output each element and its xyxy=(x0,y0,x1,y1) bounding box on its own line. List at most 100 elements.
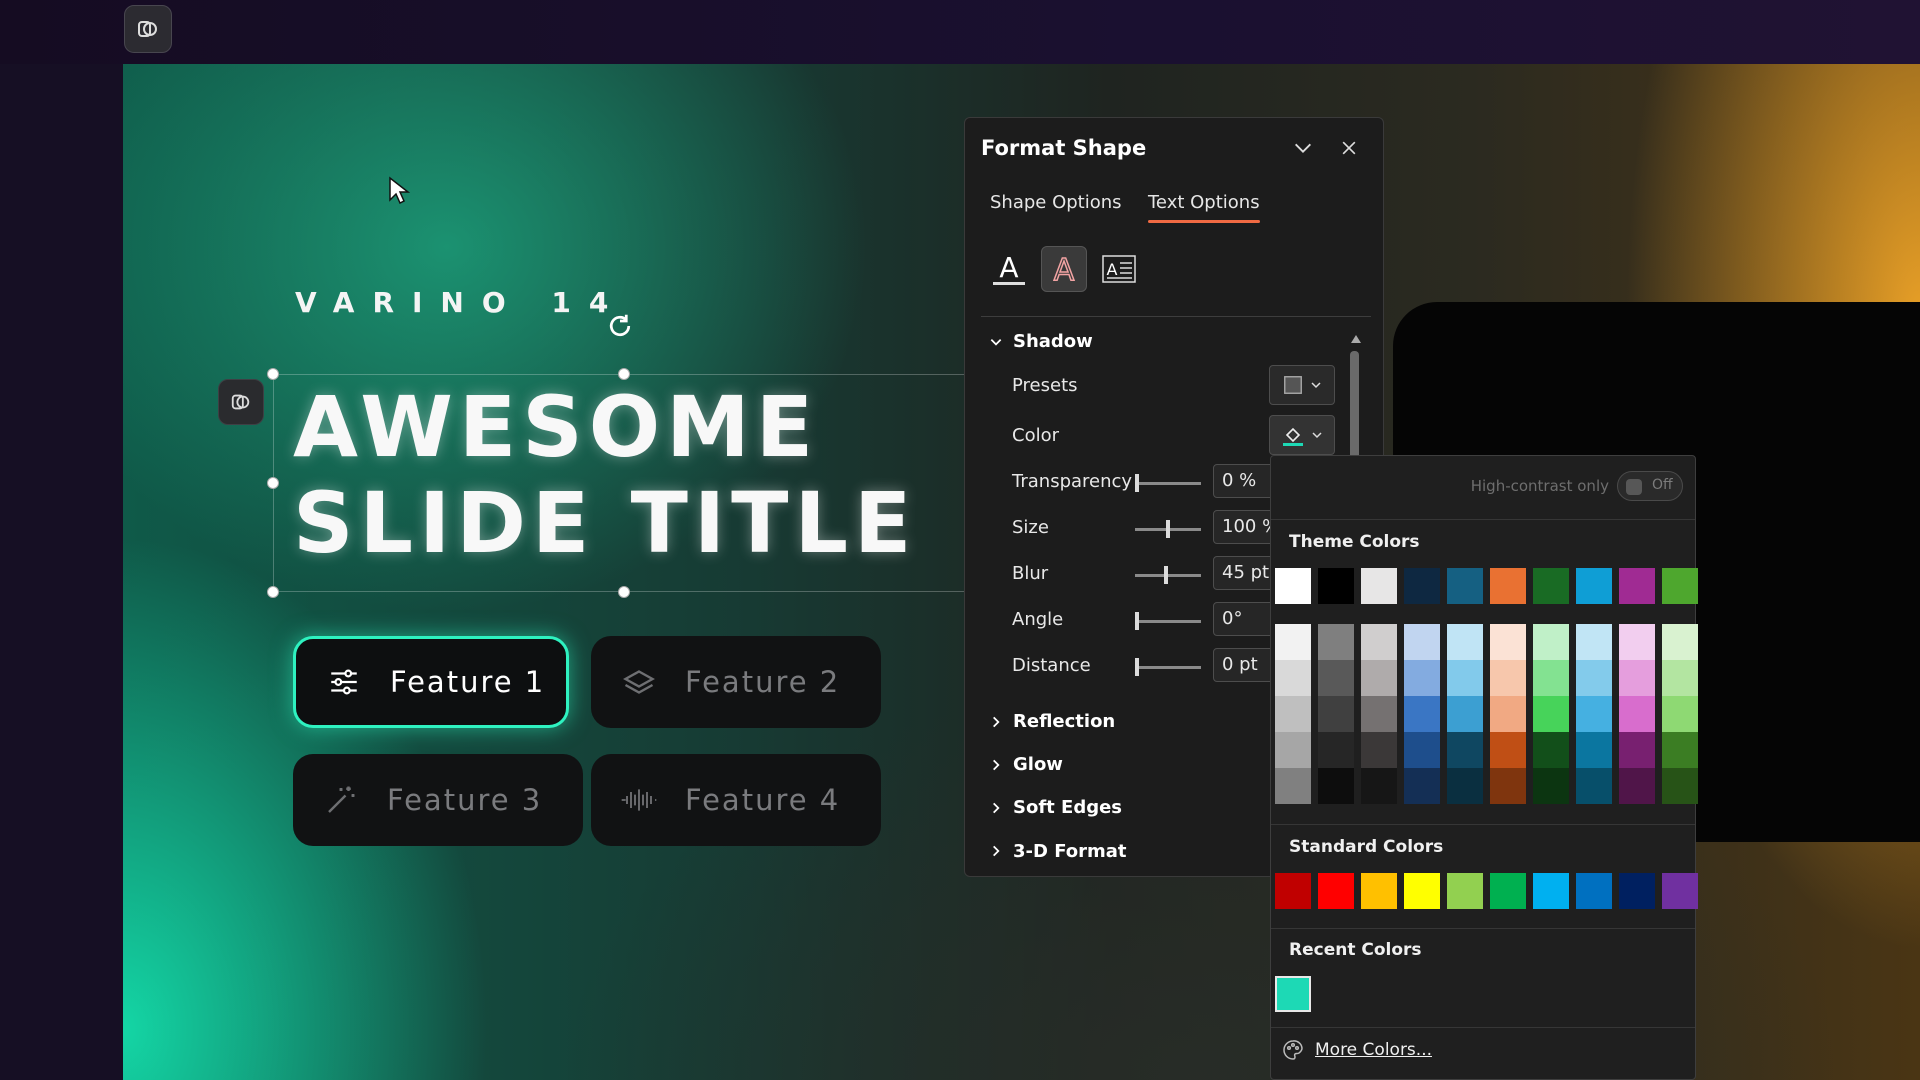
theme-shade-swatch[interactable] xyxy=(1318,768,1354,804)
theme-color-swatch-2[interactable] xyxy=(1318,568,1354,604)
theme-color-swatch-3[interactable] xyxy=(1361,568,1397,604)
theme-shade-swatch[interactable] xyxy=(1490,732,1526,768)
theme-shade-swatch[interactable] xyxy=(1576,660,1612,696)
section-3d-format-header[interactable]: 3-D Format xyxy=(989,840,1127,862)
theme-shade-swatch[interactable] xyxy=(1490,660,1526,696)
standard-color-swatch-8[interactable] xyxy=(1576,873,1612,909)
theme-shade-swatch[interactable] xyxy=(1275,732,1311,768)
angle-slider-thumb[interactable] xyxy=(1135,612,1139,630)
theme-shade-swatch[interactable] xyxy=(1404,660,1440,696)
standard-color-swatch-9[interactable] xyxy=(1619,873,1655,909)
theme-shade-swatch[interactable] xyxy=(1662,660,1698,696)
text-effects-button[interactable]: A xyxy=(1041,246,1087,292)
distance-slider[interactable] xyxy=(1135,658,1201,676)
slide-subtitle[interactable]: VARINO 14 xyxy=(295,286,626,319)
shadow-color-dropdown[interactable] xyxy=(1269,415,1335,455)
transparency-slider[interactable] xyxy=(1135,474,1201,492)
standard-color-swatch-7[interactable] xyxy=(1533,873,1569,909)
resize-handle-top-left[interactable] xyxy=(267,368,279,380)
rotate-handle[interactable] xyxy=(603,309,637,343)
theme-color-swatch-6[interactable] xyxy=(1490,568,1526,604)
theme-shade-swatch[interactable] xyxy=(1533,696,1569,732)
theme-shade-swatch[interactable] xyxy=(1619,624,1655,660)
theme-shade-swatch[interactable] xyxy=(1533,768,1569,804)
feature-1-card[interactable]: Feature 1 xyxy=(293,636,569,728)
panel-scrollbar-thumb[interactable] xyxy=(1350,351,1359,471)
section-shadow-header[interactable]: Shadow xyxy=(989,331,1093,352)
theme-shade-swatch[interactable] xyxy=(1533,660,1569,696)
recent-color-swatch[interactable] xyxy=(1275,976,1311,1012)
theme-shade-swatch[interactable] xyxy=(1275,696,1311,732)
section-soft-edges-header[interactable]: Soft Edges xyxy=(989,797,1122,818)
designer-side-button[interactable] xyxy=(218,379,264,425)
theme-color-swatch-9[interactable] xyxy=(1619,568,1655,604)
theme-shade-swatch[interactable] xyxy=(1662,624,1698,660)
presets-dropdown[interactable] xyxy=(1269,365,1335,405)
theme-shade-swatch[interactable] xyxy=(1275,624,1311,660)
theme-shade-swatch[interactable] xyxy=(1533,624,1569,660)
theme-shade-swatch[interactable] xyxy=(1361,768,1397,804)
resize-handle-bottom[interactable] xyxy=(618,586,630,598)
theme-shade-swatch[interactable] xyxy=(1619,660,1655,696)
theme-shade-swatch[interactable] xyxy=(1662,732,1698,768)
theme-shade-swatch[interactable] xyxy=(1404,768,1440,804)
textbox-button[interactable]: A xyxy=(1096,246,1142,292)
theme-shade-swatch[interactable] xyxy=(1619,696,1655,732)
standard-color-swatch-4[interactable] xyxy=(1404,873,1440,909)
theme-shade-swatch[interactable] xyxy=(1404,732,1440,768)
blur-slider-thumb[interactable] xyxy=(1164,566,1168,584)
scroll-up-button[interactable] xyxy=(1350,329,1362,348)
theme-color-swatch-10[interactable] xyxy=(1662,568,1698,604)
theme-shade-swatch[interactable] xyxy=(1490,696,1526,732)
resize-handle-left[interactable] xyxy=(267,477,279,489)
theme-shade-swatch[interactable] xyxy=(1404,696,1440,732)
high-contrast-toggle[interactable]: Off xyxy=(1617,471,1683,501)
distance-slider-thumb[interactable] xyxy=(1135,658,1139,676)
tab-text-options[interactable]: Text Options xyxy=(1148,192,1260,223)
theme-shade-swatch[interactable] xyxy=(1275,768,1311,804)
theme-shade-swatch[interactable] xyxy=(1404,624,1440,660)
standard-color-swatch-10[interactable] xyxy=(1662,873,1698,909)
size-slider-thumb[interactable] xyxy=(1166,520,1170,538)
text-fill-outline-button[interactable]: A xyxy=(986,246,1032,292)
theme-shade-swatch[interactable] xyxy=(1447,732,1483,768)
designer-button[interactable] xyxy=(124,5,172,53)
theme-shade-swatch[interactable] xyxy=(1662,696,1698,732)
resize-handle-bottom-left[interactable] xyxy=(267,586,279,598)
standard-color-swatch-1[interactable] xyxy=(1275,873,1311,909)
theme-color-swatch-5[interactable] xyxy=(1447,568,1483,604)
section-reflection-header[interactable]: Reflection xyxy=(989,711,1115,732)
theme-color-swatch-4[interactable] xyxy=(1404,568,1440,604)
feature-2-card[interactable]: Feature 2 xyxy=(591,636,881,728)
theme-shade-swatch[interactable] xyxy=(1576,732,1612,768)
feature-4-card[interactable]: Feature 4 xyxy=(591,754,881,846)
theme-shade-swatch[interactable] xyxy=(1318,732,1354,768)
standard-color-swatch-3[interactable] xyxy=(1361,873,1397,909)
theme-shade-swatch[interactable] xyxy=(1447,624,1483,660)
panel-options-button[interactable] xyxy=(1289,134,1317,162)
theme-shade-swatch[interactable] xyxy=(1490,768,1526,804)
theme-shade-swatch[interactable] xyxy=(1533,732,1569,768)
theme-shade-swatch[interactable] xyxy=(1576,696,1612,732)
tab-shape-options[interactable]: Shape Options xyxy=(990,192,1122,213)
theme-shade-swatch[interactable] xyxy=(1662,768,1698,804)
standard-color-swatch-2[interactable] xyxy=(1318,873,1354,909)
theme-shade-swatch[interactable] xyxy=(1447,696,1483,732)
transparency-slider-thumb[interactable] xyxy=(1135,474,1139,492)
theme-shade-swatch[interactable] xyxy=(1576,624,1612,660)
theme-shade-swatch[interactable] xyxy=(1361,732,1397,768)
standard-color-swatch-6[interactable] xyxy=(1490,873,1526,909)
theme-shade-swatch[interactable] xyxy=(1576,768,1612,804)
theme-shade-swatch[interactable] xyxy=(1361,624,1397,660)
theme-shade-swatch[interactable] xyxy=(1619,768,1655,804)
theme-color-swatch-8[interactable] xyxy=(1576,568,1612,604)
section-glow-header[interactable]: Glow xyxy=(989,754,1063,775)
theme-shade-swatch[interactable] xyxy=(1447,768,1483,804)
theme-shade-swatch[interactable] xyxy=(1361,696,1397,732)
theme-shade-swatch[interactable] xyxy=(1490,624,1526,660)
theme-shade-swatch[interactable] xyxy=(1318,660,1354,696)
theme-shade-swatch[interactable] xyxy=(1361,660,1397,696)
theme-shade-swatch[interactable] xyxy=(1275,660,1311,696)
theme-color-swatch-7[interactable] xyxy=(1533,568,1569,604)
theme-color-swatch-1[interactable] xyxy=(1275,568,1311,604)
